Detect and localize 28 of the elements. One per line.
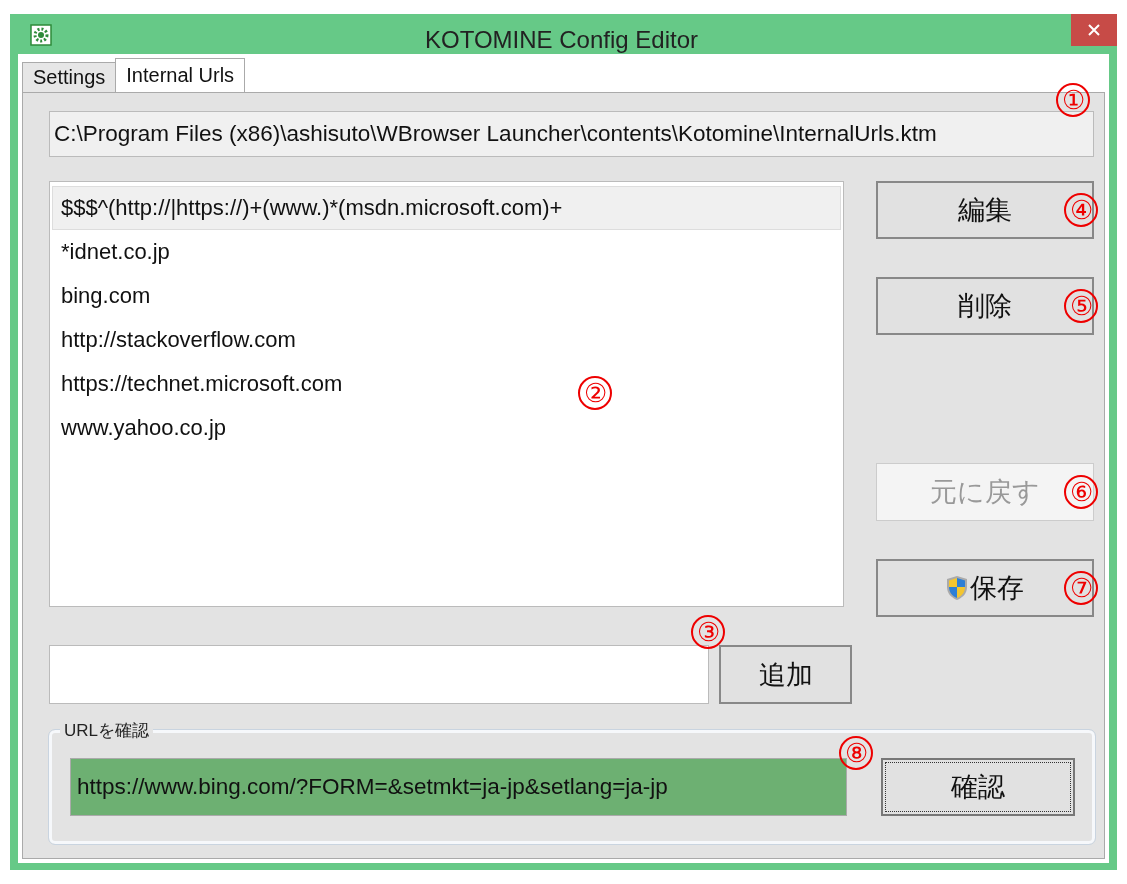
annotation-number: ② xyxy=(578,376,612,410)
list-item[interactable]: *idnet.co.jp xyxy=(52,230,175,274)
annotation-number: ⑤ xyxy=(1064,289,1098,323)
tab[interactable]: Internal Urls xyxy=(115,58,246,92)
list-item[interactable]: www.yahoo.co.jp xyxy=(52,406,232,450)
annotation-number: ⑥ xyxy=(1064,475,1098,509)
annotation-number: ⑧ xyxy=(839,736,873,770)
list-item[interactable]: bing.com xyxy=(52,274,156,318)
group-title: URLを確認 xyxy=(60,719,153,742)
annotation-number: ⑦ xyxy=(1064,571,1098,605)
list-item[interactable]: http://stackoverflow.com xyxy=(52,318,301,362)
check-button[interactable]: 確認 xyxy=(881,758,1075,816)
annotation-number: ③ xyxy=(691,615,725,649)
window-title: KOTOMINE Config Editor xyxy=(424,25,699,54)
close-button[interactable] xyxy=(1071,14,1117,46)
list-item[interactable]: https://technet.microsoft.com xyxy=(52,362,348,406)
tab[interactable]: Settings xyxy=(22,62,117,92)
annotation-number: ① xyxy=(1056,83,1090,117)
shield-icon xyxy=(945,575,968,601)
url-list[interactable]: $$$^(http://|https://)+(www.)*(msdn.microsoft.com)+ *idnet.co.jp bing.com http://stackoverflow.com https://technet.microsoft.com www.yahoo.co.jp ② xyxy=(49,181,844,607)
gear-icon xyxy=(30,24,52,46)
url-input[interactable] xyxy=(49,645,709,704)
annotation-number: ④ xyxy=(1064,193,1098,227)
file-path-field[interactable]: C:\Program Files (x86)\ashisuto\WBrowser Launcher\contents\Kotomine\InternalUrls.ktm xyxy=(49,111,1094,157)
close-icon xyxy=(1088,24,1100,36)
list-item[interactable]: $$$^(http://|https://)+(www.)*(msdn.microsoft.com)+ xyxy=(52,186,841,230)
add-button[interactable]: 追加 xyxy=(719,645,852,704)
url-field[interactable]: https://www.bing.com/?FORM=&setmkt=ja-jp&setlang=ja-jp xyxy=(70,758,847,816)
